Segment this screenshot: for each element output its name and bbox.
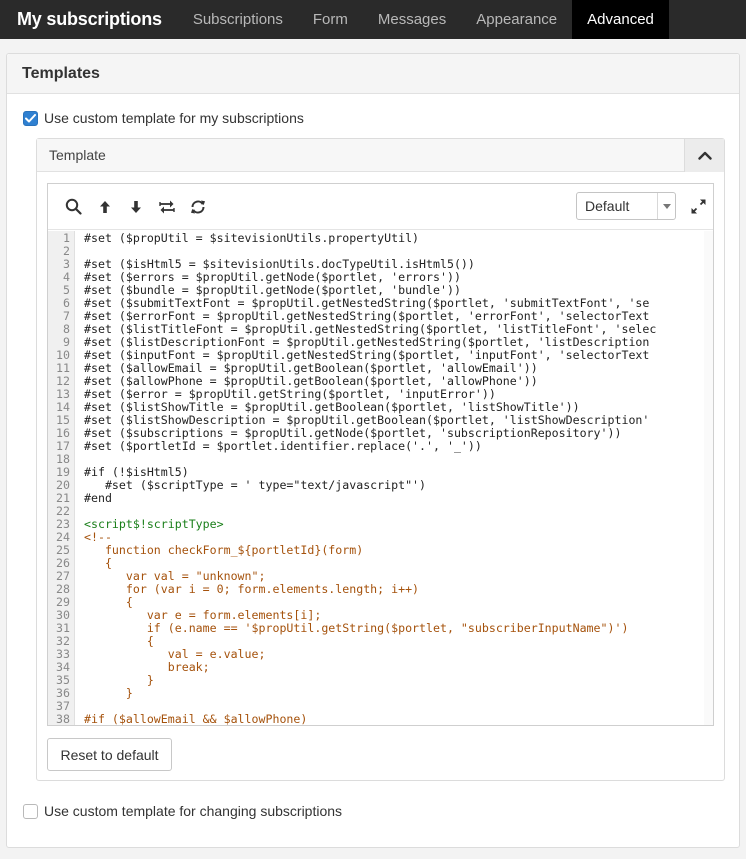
editor-mode-select[interactable]: Default	[576, 192, 676, 220]
tab-appearance[interactable]: Appearance	[461, 0, 572, 39]
line-number: 38	[56, 712, 70, 726]
next-match-button[interactable]	[120, 192, 151, 222]
search-icon	[65, 198, 82, 215]
tab-form[interactable]: Form	[298, 0, 363, 39]
use-custom-changing-row[interactable]: Use custom template for changing subscri…	[23, 803, 342, 819]
code-line-text: #set ($propUtil = $sitevisionUtils.prope…	[84, 231, 420, 245]
code-lines: 1 #set ($propUtil = $sitevisionUtils.prop…	[48, 232, 713, 726]
reset-to-default-button[interactable]: Reset to default	[47, 738, 172, 771]
search-button[interactable]	[58, 192, 89, 222]
code-line: 35 }	[48, 674, 713, 687]
previous-match-button[interactable]	[89, 192, 120, 222]
arrow-down-icon	[130, 200, 141, 213]
code-line: 28 for (var i = 0; form.elements.length;…	[48, 583, 713, 596]
code-line: 20 #set ($scriptType = ' type="text/java…	[48, 479, 713, 492]
expand-button[interactable]	[684, 192, 712, 220]
code-line-text: function checkForm_${portletId}(form)	[84, 543, 364, 557]
app-title: My subscriptions	[17, 9, 162, 29]
refresh-icon	[190, 200, 205, 213]
templates-panel-title: Templates	[7, 54, 739, 94]
template-section-header: Template	[37, 138, 724, 172]
code-line: 1 #set ($propUtil = $sitevisionUtils.prop…	[48, 232, 713, 245]
editor-toolbar: Default	[48, 184, 713, 230]
editor-mode-value: Default	[585, 198, 630, 214]
use-custom-changing-checkbox[interactable]	[23, 803, 38, 819]
code-line: 21 #end	[48, 492, 713, 505]
code-line: 36 }	[48, 687, 713, 700]
code-line: 25 function checkForm_${portletId}(form)	[48, 544, 713, 557]
use-custom-changing-label: Use custom template for changing subscri…	[44, 803, 343, 819]
code-line-text: #set ($scriptType = ' type="text/javascr…	[84, 478, 427, 492]
refresh-button[interactable]	[182, 192, 213, 222]
code-line-text: #set ($portletId = $portlet.identifier.r…	[84, 439, 482, 453]
use-custom-my-subscriptions-checkbox[interactable]	[23, 110, 38, 126]
code-line: 38 #if ($allowEmail && $allowPhone)	[48, 712, 713, 726]
code-line-text: #end	[84, 491, 112, 505]
code-line-text: }	[84, 686, 133, 700]
code-line-text: #if ($allowEmail && $allowPhone)	[84, 712, 308, 726]
code-text-area[interactable]: 1 #set ($propUtil = $sitevisionUtils.prop…	[48, 231, 713, 725]
check-icon	[25, 113, 36, 122]
replace-button[interactable]	[151, 192, 182, 222]
use-custom-my-subscriptions-label: Use custom template for my subscriptions	[44, 110, 304, 126]
arrow-up-icon	[99, 200, 110, 213]
code-editor: Default 1 #set ($propUtil = $sitevisionU…	[47, 183, 714, 726]
expand-icon	[690, 198, 706, 214]
code-line: 17 #set ($portletId = $portlet.identifier…	[48, 440, 713, 453]
collapse-button[interactable]	[684, 138, 724, 172]
template-section: Template Default 1 #set ($propUtil = $si…	[36, 138, 725, 781]
code-line: 23 <script$!scriptType>	[48, 518, 713, 531]
templates-panel: Templates Use custom template for my sub…	[6, 53, 740, 848]
use-custom-my-subscriptions-row[interactable]: Use custom template for my subscriptions	[23, 110, 304, 126]
tab-advanced[interactable]: Advanced	[572, 0, 669, 39]
tab-subscriptions[interactable]: Subscriptions	[178, 0, 298, 39]
vertical-scrollbar[interactable]	[704, 231, 713, 725]
replace-icon	[158, 200, 175, 213]
tab-messages[interactable]: Messages	[363, 0, 461, 39]
top-nav-bar: My subscriptions Subscriptions Form Mess…	[0, 0, 746, 39]
caret-down-icon	[657, 193, 675, 219]
chevron-up-icon	[697, 151, 712, 160]
template-section-label: Template	[49, 147, 106, 163]
